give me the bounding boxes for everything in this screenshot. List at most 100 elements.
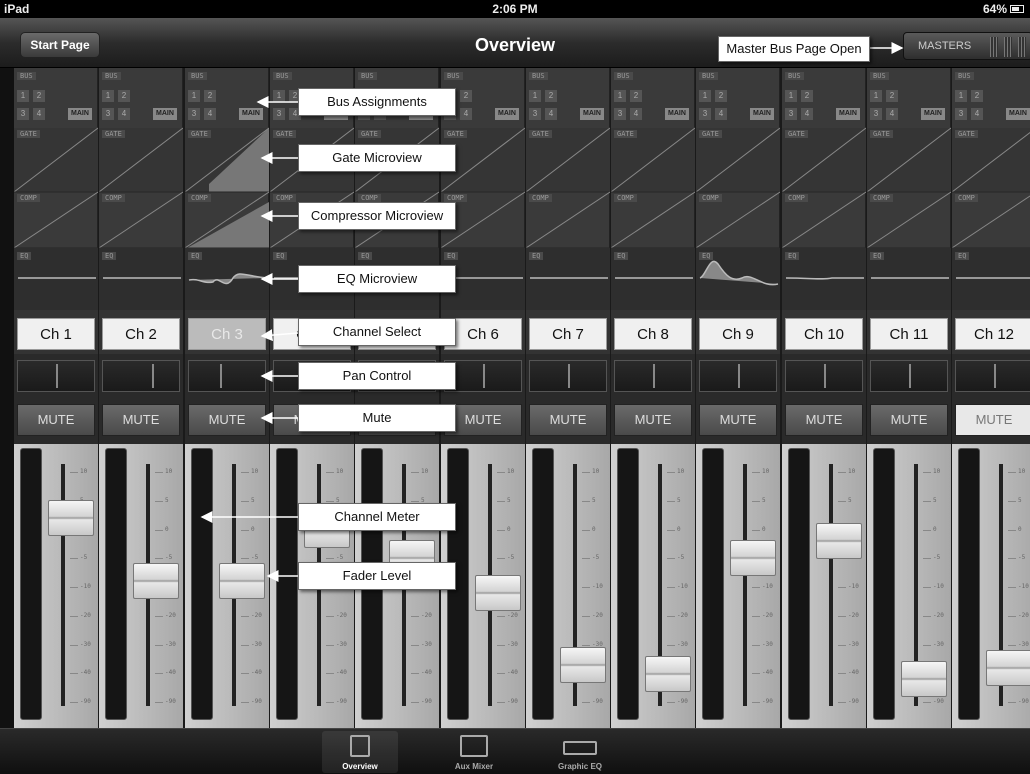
pan-control[interactable] [955, 360, 1030, 392]
fader-cap[interactable] [560, 646, 606, 683]
bus-2-button[interactable]: 2 [204, 90, 216, 102]
bus-2-button[interactable]: 2 [118, 90, 130, 102]
fader-cap[interactable] [986, 649, 1030, 686]
microview-panel[interactable]: BUS GATE COMP EQ 1 2 3 4 MAIN [526, 68, 610, 310]
bus-4-button[interactable]: 4 [33, 108, 45, 120]
bus-1-button[interactable]: 1 [614, 90, 626, 102]
fader-cap[interactable] [816, 523, 862, 559]
bus-4-button[interactable]: 4 [460, 108, 472, 120]
microview-panel[interactable]: BUS GATE COMP EQ 1 2 3 4 MAIN [696, 68, 780, 310]
pan-control[interactable] [699, 360, 777, 392]
bus-1-button[interactable]: 1 [273, 90, 285, 102]
pan-control[interactable] [614, 360, 692, 392]
pan-control[interactable] [102, 360, 180, 392]
bus-3-button[interactable]: 3 [188, 108, 200, 120]
bus-1-button[interactable]: 1 [785, 90, 797, 102]
bus-3-button[interactable]: 3 [17, 108, 29, 120]
mute-button[interactable]: MUTE [785, 404, 863, 436]
bus-3-button[interactable]: 3 [614, 108, 626, 120]
channel-select-button[interactable]: Ch 7 [529, 318, 607, 350]
channel-select-button[interactable]: Ch 8 [614, 318, 692, 350]
tab-overview[interactable]: Overview [322, 731, 398, 773]
microview-panel[interactable]: BUS GATE COMP EQ 1 2 3 4 MAIN [867, 68, 951, 310]
microview-panel[interactable]: BUS GATE COMP EQ 1 2 3 4 MAIN [185, 68, 269, 310]
bus-1-button[interactable]: 1 [955, 90, 967, 102]
bus-2-button[interactable]: 2 [33, 90, 45, 102]
pan-control[interactable] [17, 360, 95, 392]
bus-3-button[interactable]: 3 [699, 108, 711, 120]
bus-3-button[interactable]: 3 [102, 108, 114, 120]
channel-select-button[interactable]: Ch 3 [188, 318, 266, 350]
channel-select-button[interactable]: Ch 10 [785, 318, 863, 350]
microview-panel[interactable]: BUS GATE COMP EQ 1 2 3 4 MAIN [14, 68, 98, 310]
fader-cap[interactable] [645, 656, 691, 693]
microview-panel[interactable]: BUS GATE COMP EQ 1 2 3 4 MAIN [99, 68, 183, 310]
channel-select-button[interactable]: Ch 1 [17, 318, 95, 350]
bus-4-button[interactable]: 4 [545, 108, 557, 120]
pan-control[interactable] [529, 360, 607, 392]
microview-panel[interactable]: BUS GATE COMP EQ 1 2 3 4 MAIN [782, 68, 866, 310]
bus-1-button[interactable]: 1 [529, 90, 541, 102]
bus-4-button[interactable]: 4 [886, 108, 898, 120]
bus-3-button[interactable]: 3 [955, 108, 967, 120]
bus-1-button[interactable]: 1 [102, 90, 114, 102]
microview-panel[interactable]: BUS GATE COMP EQ 1 2 3 4 MAIN [611, 68, 695, 310]
bus-main-button[interactable]: MAIN [665, 108, 689, 120]
mute-button[interactable]: MUTE [699, 404, 777, 436]
channel-select-button[interactable]: Ch 9 [699, 318, 777, 350]
mute-button[interactable]: MUTE [955, 404, 1030, 436]
mute-button[interactable]: MUTE [102, 404, 180, 436]
bus-1-button[interactable]: 1 [17, 90, 29, 102]
bus-4-button[interactable]: 4 [801, 108, 813, 120]
bus-4-button[interactable]: 4 [630, 108, 642, 120]
bus-1-button[interactable]: 1 [699, 90, 711, 102]
bus-1-button[interactable]: 1 [188, 90, 200, 102]
bus-main-button[interactable]: MAIN [68, 108, 92, 120]
bus-3-button[interactable]: 3 [529, 108, 541, 120]
fader-cap[interactable] [475, 574, 521, 611]
bus-main-button[interactable]: MAIN [750, 108, 774, 120]
bus-main-button[interactable]: MAIN [495, 108, 519, 120]
fader-cap[interactable] [133, 563, 179, 600]
bus-3-button[interactable]: 3 [785, 108, 797, 120]
channel-select-button[interactable]: Ch 12 [955, 318, 1030, 350]
bus-4-button[interactable]: 4 [118, 108, 130, 120]
bus-2-button[interactable]: 2 [630, 90, 642, 102]
bus-main-button[interactable]: MAIN [836, 108, 860, 120]
bus-2-button[interactable]: 2 [801, 90, 813, 102]
channel-select-button[interactable]: Ch 11 [870, 318, 948, 350]
bus-2-button[interactable]: 2 [715, 90, 727, 102]
bus-main-button[interactable]: MAIN [1006, 108, 1030, 120]
bus-main-button[interactable]: MAIN [153, 108, 177, 120]
mute-button[interactable]: MUTE [614, 404, 692, 436]
bus-4-button[interactable]: 4 [971, 108, 983, 120]
fader-cap[interactable] [901, 661, 947, 697]
pan-control[interactable] [188, 360, 266, 392]
bus-main-button[interactable]: MAIN [921, 108, 945, 120]
channel-select-button[interactable]: Ch 2 [102, 318, 180, 350]
fader-cap[interactable] [48, 500, 94, 536]
bus-2-button[interactable]: 2 [886, 90, 898, 102]
mute-button[interactable]: MUTE [529, 404, 607, 436]
fader-cap[interactable] [730, 540, 776, 577]
bus-2-button[interactable]: 2 [971, 90, 983, 102]
mute-button[interactable]: MUTE [17, 404, 95, 436]
bus-main-button[interactable]: MAIN [239, 108, 263, 120]
tab-graphic-eq[interactable]: Graphic EQ [542, 731, 618, 773]
fader-cap[interactable] [219, 563, 265, 600]
microview-panel[interactable]: BUS GATE COMP EQ 1 2 3 4 MAIN [952, 68, 1030, 310]
pan-control[interactable] [870, 360, 948, 392]
bus-2-button[interactable]: 2 [545, 90, 557, 102]
bus-4-button[interactable]: 4 [715, 108, 727, 120]
bus-main-button[interactable]: MAIN [580, 108, 604, 120]
mute-button[interactable]: MUTE [870, 404, 948, 436]
masters-button[interactable]: MASTERS [903, 32, 1030, 60]
mute-button[interactable]: MUTE [188, 404, 266, 436]
pan-control[interactable] [785, 360, 863, 392]
bus-2-button[interactable]: 2 [460, 90, 472, 102]
bus-1-button[interactable]: 1 [870, 90, 882, 102]
bus-3-button[interactable]: 3 [273, 108, 285, 120]
bus-4-button[interactable]: 4 [204, 108, 216, 120]
bus-3-button[interactable]: 3 [870, 108, 882, 120]
tab-aux-mixer[interactable]: Aux Mixer [436, 731, 512, 773]
